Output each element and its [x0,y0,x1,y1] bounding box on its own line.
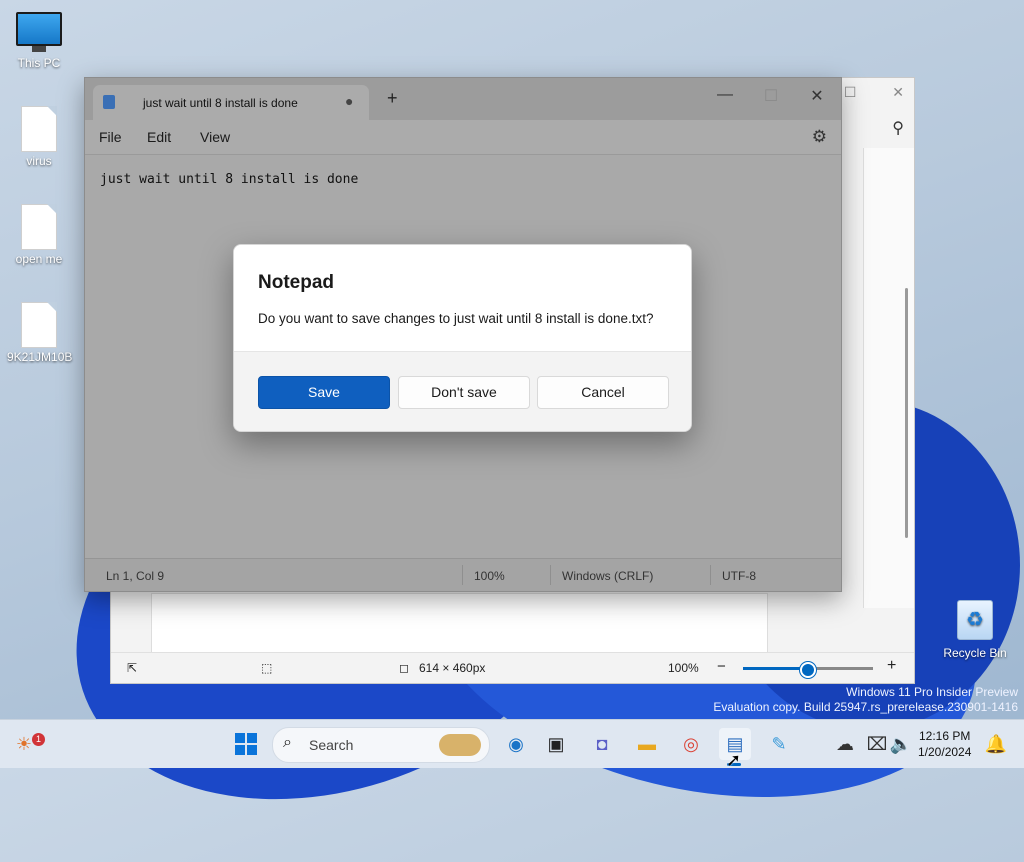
start-button[interactable] [230,728,262,760]
chat-icon: ◘ [596,734,608,754]
zoom-slider[interactable] [743,662,873,678]
maximize-button[interactable]: ☐ [756,86,786,106]
zoom-slider-fill [743,667,808,670]
zoom-percent: 100% [668,661,699,675]
search-label: Search [309,737,354,753]
save-dialog: Notepad Do you want to save changes to j… [233,244,692,432]
dialog-header: Notepad Do you want to save changes to j… [234,245,691,352]
bell-icon: 🔔 [984,734,1008,754]
menu-view[interactable]: View [200,129,230,145]
divider [550,565,551,585]
desktop-icon-open-me[interactable]: open me [7,204,71,266]
edge-preview-button[interactable]: ◉ [500,728,532,760]
selection-icon: ⬚ [261,661,273,675]
dialog-footer: Save Don't save Cancel [234,352,691,431]
dont-save-button[interactable]: Don't save [398,376,530,409]
close-button[interactable]: ✕ [802,86,832,106]
speaker-muted-icon: 🔈 [889,734,913,754]
cursor-position: Ln 1, Col 9 [106,569,165,583]
taskbar: ☀ 1 ⌕ Search ◉ ▣ ◘ ▬ ◎ ▤ ✎ ☁ ⌧ 🔈 12:16 P… [0,719,1024,768]
file-icon [21,302,57,348]
desktop-icon-9k21jm10b[interactable]: 9K21JM10B [7,302,73,364]
shapes-icon[interactable]: ⚲ [892,118,904,138]
menu-bar: File Edit View ⚙ [85,120,841,155]
scrollbar[interactable] [905,288,908,538]
cursor-icon: ⇱ [127,661,138,675]
desktop-icon-this-pc[interactable]: This PC [7,12,71,70]
zoom-level: 100% [474,569,505,583]
editor-content: just wait until 8 install is done [100,172,359,187]
task-view-icon: ▣ [547,734,565,754]
windows-logo-icon [235,733,257,755]
clock-time: 12:16 PM [919,729,971,743]
notepad-status-bar: Ln 1, Col 9 100% Windows (CRLF) UTF-8 [85,558,841,591]
gear-icon[interactable]: ⚙ [812,127,827,147]
search-highlight-icon [439,734,481,756]
dialog-message: Do you want to save changes to just wait… [258,311,654,326]
dialog-title: Notepad [258,272,334,293]
cancel-button[interactable]: Cancel [537,376,669,409]
maximize-icon[interactable]: ☐ [844,84,857,100]
desktop-icon-recycle-bin[interactable]: ♻ Recycle Bin [942,600,1008,660]
watermark-line: Evaluation copy. Build 25947.rs_prerelea… [713,700,1018,714]
clock[interactable]: 12:16 PM 1/20/2024 [918,728,971,760]
paint-side-panel [863,148,914,608]
zoom-out-button[interactable]: − [717,658,726,675]
search-icon: ⌕ [283,734,292,751]
minimize-button[interactable]: — [710,86,740,104]
desktop-icon-label: 9K21JM10B [7,350,73,364]
paint-status-bar: ⇱ ⬚ ◻ 614 × 460px 100% − + [111,652,914,683]
paint-taskbar-button[interactable]: ✎ [763,728,795,760]
unsaved-indicator: ● [345,93,354,109]
clock-date: 1/20/2024 [918,745,972,759]
menu-file[interactable]: File [99,129,122,145]
divider [710,565,711,585]
paint-caption-buttons: ☐ ✕ [844,84,904,101]
notification-badge: 1 [32,733,45,746]
menu-edit[interactable]: Edit [147,129,171,145]
paint-canvas[interactable] [151,593,768,655]
edge-icon: ◉ [508,734,524,754]
desktop-icon-label: open me [15,252,63,266]
task-view-button[interactable]: ▣ [540,728,572,760]
widgets-icon: ☀ [15,734,33,754]
zoom-slider-thumb[interactable] [800,662,816,678]
monitor-icon [16,12,62,52]
zoom-in-button[interactable]: + [887,657,896,675]
canvas-size: 614 × 460px [419,661,486,675]
cloud-offline-button[interactable]: ☁ [829,728,861,760]
notepad-tab[interactable]: just wait until 8 install is done ● [93,85,369,120]
evaluation-watermark: Windows 11 Pro Insider Preview Evaluatio… [713,685,1018,715]
file-explorer-button[interactable]: ▬ [631,728,663,760]
cloud-icon: ☁ [836,734,854,754]
divider [462,565,463,585]
notifications-button[interactable]: 🔔 [980,728,1012,760]
watermark-line: Windows 11 Pro Insider Preview [846,685,1018,699]
chrome-button[interactable]: ◎ [675,728,707,760]
file-icon [21,106,57,152]
file-icon [21,204,57,250]
tab-title: just wait until 8 install is done [143,96,298,110]
desktop-icon-virus[interactable]: virus [7,106,71,168]
canvas-size-icon: ◻ [399,661,409,675]
desktop-icon-label: This PC [17,56,61,70]
notepad-icon [103,95,115,109]
taskbar-search[interactable]: ⌕ Search [272,727,490,763]
volume-button[interactable]: 🔈 [885,728,917,760]
encoding: UTF-8 [722,569,756,583]
recycle-bin-icon: ♻ [957,600,993,640]
notepad-titlebar: just wait until 8 install is done ● + — … [85,78,841,120]
desktop-icon-label: virus [26,154,52,168]
new-tab-button[interactable]: + [387,88,398,109]
widgets-button[interactable]: ☀ 1 [8,728,45,760]
paint-icon: ✎ [771,734,787,754]
chrome-icon: ◎ [683,734,699,754]
save-button[interactable]: Save [258,376,390,409]
folder-icon: ▬ [638,734,656,754]
close-icon[interactable]: ✕ [892,84,904,100]
line-ending: Windows (CRLF) [562,569,654,583]
desktop-icon-label: Recycle Bin [943,646,1007,660]
teams-button[interactable]: ◘ [586,728,618,760]
